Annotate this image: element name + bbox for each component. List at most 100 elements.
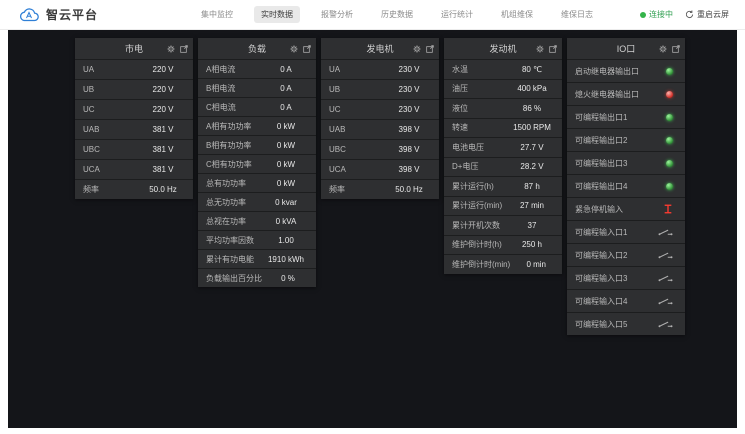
row-label: 可编程输出口1 [575,112,627,123]
row-value: 0 A [260,103,312,112]
switch-open-icon [658,297,673,305]
data-row: 水温 80 ℃ [444,59,562,79]
data-row: 总有功功率0 kW [198,173,316,192]
expand-icon[interactable] [672,45,680,53]
row-label: UC [329,105,341,114]
expand-icon[interactable] [303,45,311,53]
data-row: 累计开机次数37 [444,215,562,235]
connection-status: 连接中 [640,9,673,20]
row-value: 0 kvar [260,198,312,207]
row-value: 0 kVA [260,217,312,226]
panel-header: 发电机 [321,38,439,59]
expand-icon[interactable] [426,45,434,53]
row-value: 1.00 [260,236,312,245]
row-label: 累计运行(min) [452,200,502,211]
row-value: 0 % [262,274,314,283]
row-label: 维护倒计时(min) [452,259,510,270]
data-row: C相电流 0 A [198,97,316,116]
data-row: UBC381 V [75,139,193,159]
nav-item-5[interactable]: 运行统计 [434,6,480,23]
nav-item-1[interactable]: 集中监控 [194,6,240,23]
connection-dot-icon [640,12,646,18]
row-label: 液位 [452,103,468,114]
panel-header: 负载 [198,38,316,59]
data-row: UCA398 V [321,159,439,179]
data-row: 维护倒计时(h)250 h [444,235,562,255]
gear-icon[interactable] [290,45,298,53]
led-green-icon [666,137,673,144]
connection-label: 连接中 [649,9,673,20]
row-label: 电池电压 [452,142,484,153]
data-row: B相电流0 A [198,78,316,97]
row-value: 1910 kWh [260,255,312,264]
panel-title: 发动机 [489,42,516,55]
data-row: 负载输出百分比0 % [198,268,316,287]
nav-item-6[interactable]: 机组维保 [494,6,540,23]
row-value: 0 A [260,65,312,74]
row-value: 0 kW [260,160,312,169]
row-label: UB [329,85,340,94]
row-label: 可编程输出口3 [575,158,627,169]
row-label: 总无功功率 [206,197,246,208]
panel-title: 市电 [125,42,143,55]
nav-item-2[interactable]: 实时数据 [254,6,300,23]
data-row: 熄火继电器输出口 [567,82,685,105]
row-label: 油压 [452,83,468,94]
row-value: 398 V [383,145,435,154]
row-label: 可编程输入口3 [575,273,627,284]
data-row: 可编程输出口3 [567,151,685,174]
row-value: 381 V [137,125,189,134]
data-row: 可编程输出口1 [567,105,685,128]
logo[interactable]: 智云平台 [18,6,98,23]
data-row: 启动继电器输出口 [567,59,685,82]
expand-icon[interactable] [180,45,188,53]
panel-title: 负载 [248,42,266,55]
row-label: A相有功功率 [206,121,251,132]
data-row: 维护倒计时(min)0 min [444,254,562,274]
data-row: 可编程输入口1 [567,220,685,243]
data-row: A相有功功率0 kW [198,116,316,135]
row-label: 可编程输入口2 [575,250,627,261]
data-row: 可编程输入口5 [567,312,685,335]
row-label: D+电压 [452,161,478,172]
dashboard-canvas: 市电UA220 VUB220 VUC220 VUAB381 VUBC381 VU… [8,30,737,428]
row-value: 250 h [506,240,558,249]
gear-icon[interactable] [167,45,175,53]
data-row: 累计有功电能1910 kWh [198,249,316,268]
row-value: 398 V [383,165,435,174]
gear-icon[interactable] [659,45,667,53]
panel-header-icons [659,38,680,59]
cloud-logo-icon [18,7,40,22]
row-value: 27 min [506,201,558,210]
row-label: C相电流 [206,102,236,113]
data-row: UC230 V [321,99,439,119]
nav-item-7[interactable]: 维保日志 [554,6,600,23]
panels-row: 市电UA220 VUB220 VUC220 VUAB381 VUBC381 VU… [75,38,690,335]
data-row: 总视在功率0 kVA [198,211,316,230]
emergency-stop-switch-icon [663,204,673,214]
row-label: C相有功功率 [206,159,252,170]
row-value: 80 ℃ [506,65,558,74]
gear-icon[interactable] [536,45,544,53]
nav-item-3[interactable]: 报警分析 [314,6,360,23]
row-label: 水温 [452,64,468,75]
panel-header-icons [167,38,188,59]
led-green-icon [666,68,673,75]
data-row: 累计运行(min) 27 min [444,196,562,216]
restart-screen-button[interactable]: 重启云屏 [685,9,729,20]
row-value: 1500 RPM [506,123,558,132]
led-green-icon [666,183,673,190]
row-label: 可编程输入口4 [575,296,627,307]
gear-icon[interactable] [413,45,421,53]
panel-header-icons [290,38,311,59]
row-value: 0 A [260,84,312,93]
nav-item-4[interactable]: 历史数据 [374,6,420,23]
panel-load: 负载A相电流0 AB相电流0 AC相电流0 AA相有功功率0 kWB相有功功率0… [198,38,316,287]
row-label: 转速 [452,122,468,133]
expand-icon[interactable] [549,45,557,53]
row-value: 50.0 Hz [383,185,435,194]
data-row: 频率50.0 Hz [321,179,439,199]
row-value: 0 min [510,260,562,269]
row-value: 220 V [137,65,189,74]
data-row: UBC398 V [321,139,439,159]
